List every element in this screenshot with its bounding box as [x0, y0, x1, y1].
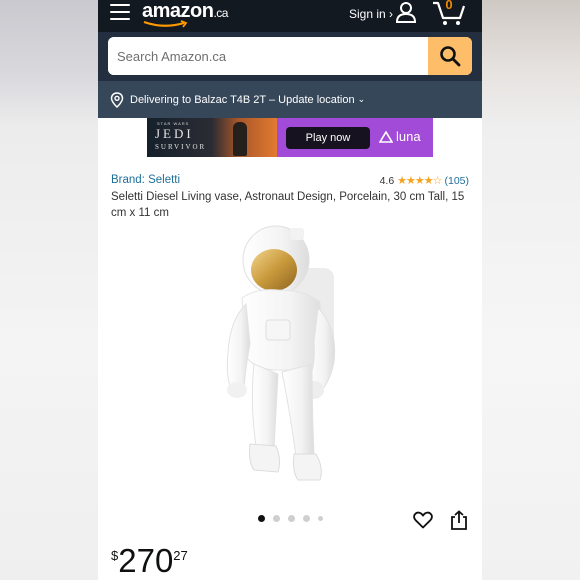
carousel-dot-5[interactable] — [318, 516, 323, 521]
ad-title-line2: SURVIVOR — [155, 143, 207, 151]
cart-count-badge: 0 — [445, 0, 453, 12]
luna-logo-icon — [379, 130, 393, 143]
carousel-dot-1[interactable] — [258, 515, 265, 522]
ad-game-art: STAR WARS JEDI SURVIVOR — [147, 118, 277, 157]
star-rating-icon: ★★★★☆ — [397, 175, 442, 187]
logo-tld: .ca — [213, 6, 228, 20]
search-button[interactable] — [428, 37, 472, 75]
sponsored-ad-banner[interactable]: STAR WARS JEDI SURVIVOR Play now luna — [147, 118, 433, 157]
rating-summary[interactable]: 4.6 ★★★★☆ (105) — [379, 174, 469, 188]
ad-service-name: luna — [396, 129, 421, 144]
logo-smile-icon — [143, 20, 188, 28]
product-image-astronaut-vase[interactable] — [216, 224, 356, 484]
chevron-down-icon: ⌄ — [357, 94, 366, 104]
logo-text: amazon — [142, 0, 214, 22]
review-count-link[interactable]: (105) — [444, 175, 469, 187]
top-nav-bar: amazon.ca Sign in › 0 — [98, 0, 482, 32]
location-pin-icon — [110, 91, 124, 108]
hamburger-icon[interactable] — [110, 4, 130, 22]
carousel-dot-4[interactable] — [303, 515, 310, 522]
brand-link[interactable]: Brand: Seletti — [111, 174, 180, 187]
sign-in-link[interactable]: Sign in › — [349, 7, 393, 21]
background-left — [0, 0, 98, 580]
search-box — [108, 37, 472, 75]
image-carousel-indicator — [258, 515, 323, 522]
product-price: $ 270 27 — [111, 544, 188, 578]
delivery-location-text: Delivering to Balzac T4B 2T – Update loc… — [130, 93, 355, 106]
amazon-mobile-page: amazon.ca Sign in › 0 Search Amazon.ca D… — [98, 0, 482, 580]
delivery-location-bar[interactable]: Delivering to Balzac T4B 2T – Update loc… — [98, 81, 482, 118]
background-right — [482, 0, 580, 580]
heart-icon[interactable] — [413, 511, 433, 529]
share-icon[interactable] — [450, 510, 468, 530]
search-input[interactable] — [108, 37, 428, 75]
search-bar-container — [98, 32, 482, 81]
carousel-dot-3[interactable] — [288, 515, 295, 522]
ad-title-line1: JEDI — [155, 126, 194, 141]
product-title: Seletti Diesel Living vase, Astronaut De… — [111, 191, 465, 219]
price-currency: $ — [111, 548, 119, 563]
ad-character-figure — [233, 122, 247, 156]
ad-luna-logo: luna — [379, 129, 421, 144]
ad-play-now-button[interactable]: Play now — [286, 127, 370, 149]
price-whole: 270 — [118, 542, 174, 579]
rating-value: 4.6 — [379, 174, 395, 187]
price-fraction: 27 — [173, 548, 188, 563]
carousel-dot-2[interactable] — [273, 515, 280, 522]
brand-rating-row: Brand: Seletti 4.6 ★★★★☆ (105) — [111, 174, 469, 187]
user-icon[interactable] — [395, 1, 417, 23]
search-icon — [440, 46, 461, 67]
